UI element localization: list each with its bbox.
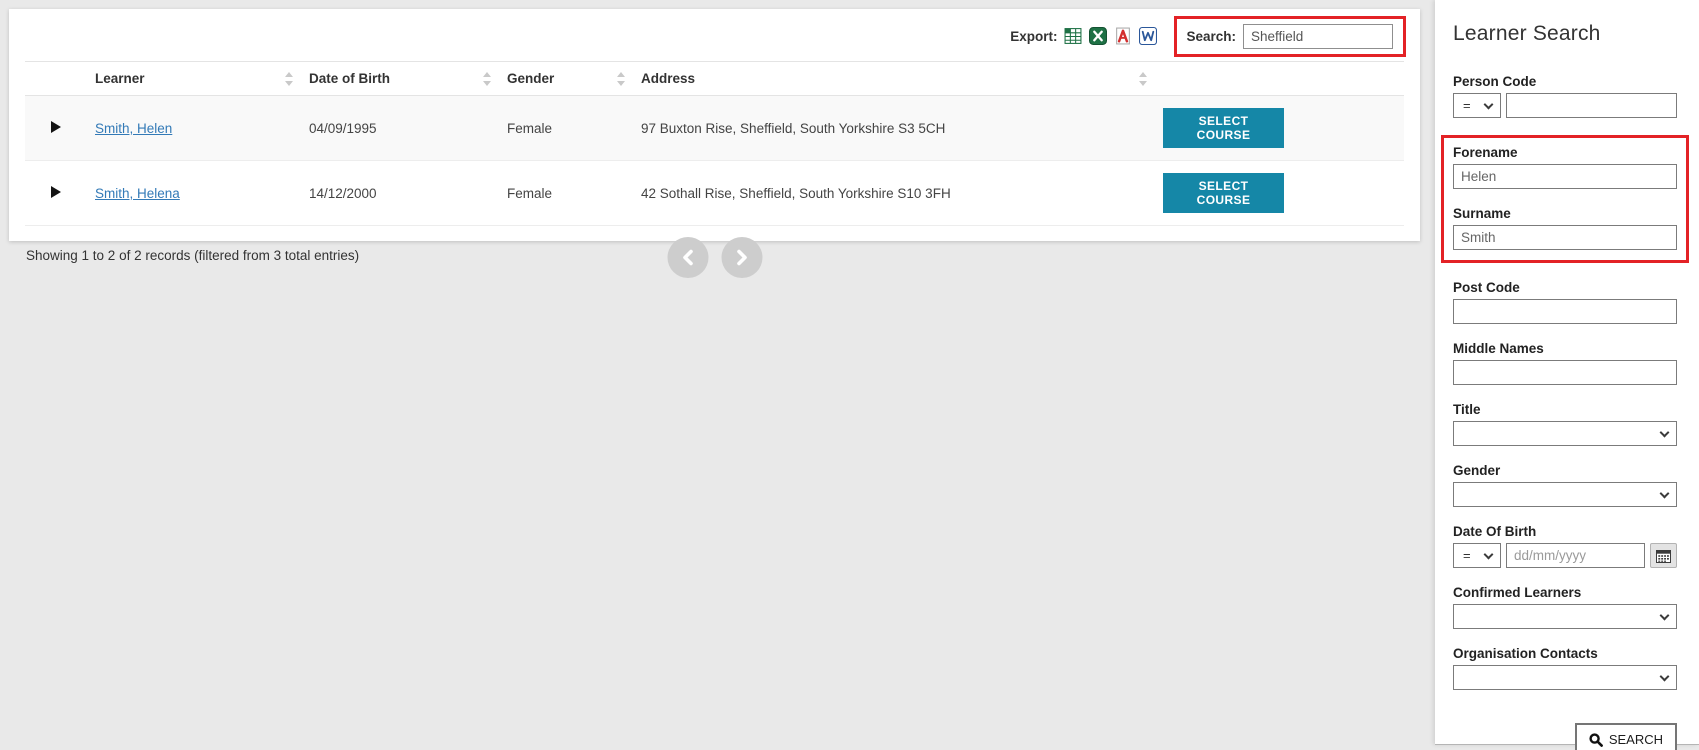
gender-select[interactable] (1453, 482, 1677, 507)
sort-icon[interactable] (617, 71, 626, 87)
person-code-label: Person Code (1453, 74, 1537, 89)
table-row: Smith, Helen 04/09/1995 Female 97 Buxton… (25, 95, 1404, 161)
table-toolbar: Export: Search: (9, 9, 1420, 57)
organisation-contacts-label: Organisation Contacts (1453, 646, 1598, 661)
organisation-contacts-field-group: Organisation Contacts (1453, 646, 1677, 690)
confirmed-learners-select[interactable] (1453, 604, 1677, 629)
chevron-left-icon (682, 249, 693, 266)
column-header-label: Gender (507, 71, 555, 86)
previous-page-button[interactable] (667, 237, 708, 278)
column-header-address[interactable]: Address (633, 61, 1155, 96)
forename-field-group: Forename (1453, 145, 1677, 189)
middle-names-label: Middle Names (1453, 341, 1544, 356)
learners-table: Learner Date of Birth Gender Address Smi… (25, 61, 1404, 226)
chevron-down-icon (1659, 488, 1670, 499)
sort-icon[interactable] (285, 71, 294, 87)
sort-icon[interactable] (483, 71, 492, 87)
table-search-input[interactable] (1243, 23, 1393, 49)
address-cell: 97 Buxton Rise, Sheffield, South Yorkshi… (633, 95, 1155, 161)
column-header-label: Learner (95, 71, 145, 86)
operator-value: = (1463, 548, 1471, 563)
title-field-group: Title (1453, 402, 1677, 446)
sidebar-title: Learner Search (1453, 22, 1601, 45)
post-code-field-group: Post Code (1453, 280, 1677, 324)
operator-value: = (1463, 98, 1471, 113)
address-cell: 42 Sothall Rise, Sheffield, South Yorksh… (633, 160, 1155, 226)
excel-export-icon[interactable] (1089, 27, 1108, 45)
select-course-button[interactable]: SELECT COURSE (1163, 173, 1284, 213)
table-footer: Showing 1 to 2 of 2 records (filtered fr… (9, 226, 1420, 288)
learner-name-link[interactable]: Smith, Helen (95, 121, 172, 136)
export-label: Export: (1010, 28, 1058, 44)
surname-label: Surname (1453, 206, 1511, 221)
person-code-operator-select[interactable]: = (1453, 93, 1501, 118)
person-code-input[interactable] (1506, 93, 1677, 118)
learner-search-sidebar: Learner Search Person Code = Forename Su… (1435, 0, 1699, 750)
table-search-highlight-box: Search: (1174, 15, 1406, 57)
calendar-icon (1656, 549, 1671, 563)
sort-icon[interactable] (1139, 71, 1148, 87)
forename-input[interactable] (1453, 164, 1677, 189)
gender-label: Gender (1453, 463, 1501, 478)
search-button-label: SEARCH (1608, 732, 1663, 747)
expand-row-icon[interactable] (51, 185, 61, 198)
person-code-field-group: Person Code = (1453, 74, 1677, 118)
learner-search-page: Export: Search: Sheffield Learner Date o… (0, 0, 1699, 750)
chevron-right-icon (736, 249, 747, 266)
post-code-label: Post Code (1453, 280, 1520, 295)
results-panel: Export: Search: Sheffield Learner Date o… (9, 9, 1420, 278)
sidebar-actions: SEARCH (1453, 723, 1677, 750)
magnifier-icon (1589, 732, 1603, 747)
expand-column-header (25, 61, 87, 96)
surname-field-group: Surname (1453, 206, 1677, 250)
pagination (667, 237, 762, 278)
chevron-down-icon (1659, 671, 1670, 682)
table-row: Smith, Helena 14/12/2000 Female 42 Sotha… (25, 160, 1404, 226)
title-label: Title (1453, 402, 1481, 417)
organisation-contacts-select[interactable] (1453, 665, 1677, 690)
forename-label: Forename (1453, 145, 1518, 160)
name-fields-highlight-box: Forename Surname (1441, 135, 1689, 263)
select-course-button[interactable]: SELECT COURSE (1163, 108, 1284, 148)
search-button[interactable]: SEARCH (1574, 723, 1677, 750)
surname-input[interactable] (1453, 225, 1677, 250)
action-column-header (1155, 61, 1404, 96)
title-select[interactable] (1453, 421, 1677, 446)
dob-cell: 14/12/2000 (301, 160, 499, 226)
date-of-birth-field-group: Date Of Birth = (1453, 524, 1677, 568)
table-search-label: Search: (1186, 28, 1236, 44)
date-of-birth-label: Date Of Birth (1453, 524, 1537, 539)
confirmed-learners-label: Confirmed Learners (1453, 585, 1582, 600)
column-header-label: Date of Birth (309, 71, 390, 86)
pdf-export-icon[interactable] (1114, 27, 1132, 45)
column-header-label: Address (641, 71, 696, 86)
csv-export-icon[interactable] (1064, 27, 1082, 45)
word-export-icon[interactable] (1139, 27, 1158, 45)
chevron-down-icon (1659, 610, 1670, 621)
learner-name-link[interactable]: Smith, Helena (95, 186, 180, 201)
gender-cell: Female (499, 95, 633, 161)
column-header-learner[interactable]: Learner (87, 61, 301, 96)
calendar-button[interactable] (1650, 543, 1677, 568)
next-page-button[interactable] (721, 237, 762, 278)
column-header-gender[interactable]: Gender (499, 61, 633, 96)
expand-row-icon[interactable] (51, 120, 61, 133)
post-code-input[interactable] (1453, 299, 1677, 324)
dob-operator-select[interactable]: = (1453, 543, 1501, 568)
chevron-down-icon (1659, 427, 1670, 438)
export-group: Export: (1010, 27, 1158, 45)
dob-cell: 04/09/1995 (301, 95, 499, 161)
table-header-row: Learner Date of Birth Gender Address (25, 61, 1404, 96)
middle-names-input[interactable] (1453, 360, 1677, 385)
gender-field-group: Gender (1453, 463, 1677, 507)
dob-input[interactable] (1506, 543, 1645, 568)
column-header-dob[interactable]: Date of Birth (301, 61, 499, 96)
records-summary: Showing 1 to 2 of 2 records (filtered fr… (26, 248, 360, 263)
chevron-down-icon (1483, 549, 1494, 560)
gender-cell: Female (499, 160, 633, 226)
chevron-down-icon (1483, 99, 1494, 110)
middle-names-field-group: Middle Names (1453, 341, 1677, 385)
confirmed-learners-field-group: Confirmed Learners (1453, 585, 1677, 629)
